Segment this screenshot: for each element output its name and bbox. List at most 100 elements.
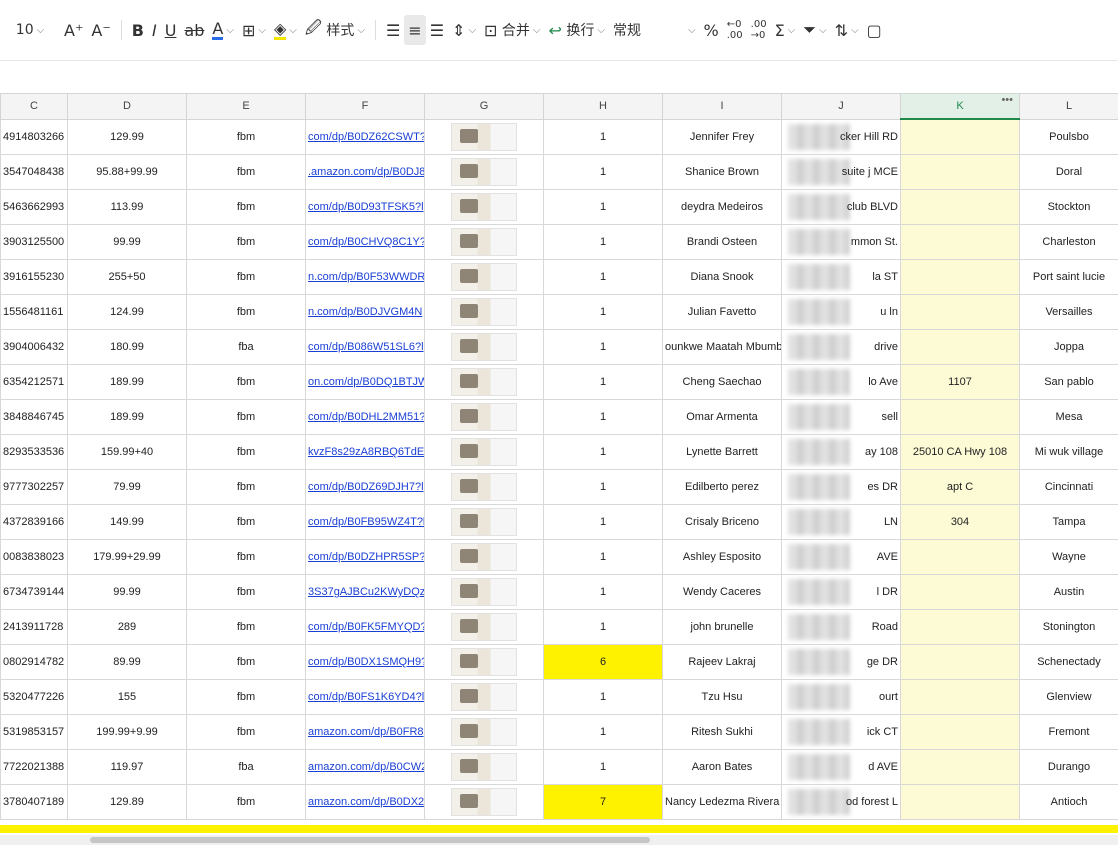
cell-quantity[interactable]: 1 xyxy=(543,574,663,610)
cell-product-image[interactable] xyxy=(424,329,544,365)
cell-city[interactable]: Schenectady xyxy=(1019,644,1118,680)
cell-city[interactable]: Mi wuk village xyxy=(1019,434,1118,470)
cell-product-link[interactable]: on.com/dp/B0DQ1BTJW xyxy=(305,364,425,400)
cell-customer-name[interactable]: Edilberto perez xyxy=(662,469,782,505)
cell-product-image[interactable] xyxy=(424,749,544,785)
cell-price[interactable]: 129.99 xyxy=(67,118,187,155)
cell-quantity[interactable]: 1 xyxy=(543,259,663,295)
cell-price[interactable]: 99.99 xyxy=(67,224,187,260)
font-color-icon[interactable]: A ⌵ xyxy=(208,15,238,45)
cell-city[interactable]: Cincinnati xyxy=(1019,469,1118,505)
cell-quantity[interactable]: 1 xyxy=(543,749,663,785)
cell-fulfillment[interactable]: fbm xyxy=(186,679,306,715)
cell-quantity[interactable]: 1 xyxy=(543,329,663,365)
cell-order-id[interactable]: 3780407189 xyxy=(0,784,68,820)
cell-product-link[interactable]: amazon.com/dp/B0CW2 xyxy=(305,749,425,785)
cell-address-line-2[interactable]: 304 xyxy=(900,504,1020,540)
cell-order-id[interactable]: 3916155230 xyxy=(0,259,68,295)
number-format-caret-icon[interactable]: ⌵ xyxy=(681,15,700,45)
cell-fulfillment[interactable]: fbm xyxy=(186,294,306,330)
cell-address[interactable]: ick CT xyxy=(781,714,901,750)
cell-fulfillment[interactable]: fbm xyxy=(186,154,306,190)
font-size-select[interactable]: 10 ⌵ xyxy=(0,15,60,45)
cell-order-id[interactable]: 5319853157 xyxy=(0,714,68,750)
cell-product-link[interactable]: com/dp/B0DZ69DJH7?l xyxy=(305,469,425,505)
column-header-d[interactable]: D xyxy=(67,93,187,120)
cell-quantity[interactable]: 1 xyxy=(543,399,663,435)
cell-order-id[interactable]: 5463662993 xyxy=(0,189,68,225)
cell-address[interactable]: od forest L xyxy=(781,784,901,820)
cell-city[interactable]: Stonington xyxy=(1019,609,1118,645)
cell-address[interactable]: u ln xyxy=(781,294,901,330)
cell-order-id[interactable]: 8293533536 xyxy=(0,434,68,470)
formula-bar-area[interactable] xyxy=(0,61,1118,93)
cell-customer-name[interactable]: Ashley Esposito xyxy=(662,539,782,575)
column-header-e[interactable]: E xyxy=(186,93,306,120)
cell-address-line-2[interactable] xyxy=(900,294,1020,330)
cell-product-link[interactable]: amazon.com/dp/B0DX2 xyxy=(305,784,425,820)
more-toolbar-icon[interactable]: ▢ xyxy=(863,15,886,45)
cell-address-line-2[interactable]: apt C xyxy=(900,469,1020,505)
cell-price[interactable]: 199.99+9.99 xyxy=(67,714,187,750)
cell-price[interactable]: 159.99+40 xyxy=(67,434,187,470)
cell-address-line-2[interactable] xyxy=(900,329,1020,365)
align-left-icon[interactable]: ☰ xyxy=(382,15,404,45)
cell-address-line-2[interactable] xyxy=(900,189,1020,225)
cell-customer-name[interactable]: Ritesh Sukhi xyxy=(662,714,782,750)
cell-city[interactable]: Durango xyxy=(1019,749,1118,785)
cell-city[interactable]: Mesa xyxy=(1019,399,1118,435)
column-header-g[interactable]: G xyxy=(424,93,544,120)
cell-quantity[interactable]: 1 xyxy=(543,294,663,330)
cell-quantity[interactable]: 6 xyxy=(543,644,663,680)
cell-city[interactable]: Poulsbo xyxy=(1019,118,1118,155)
cell-city[interactable]: Doral xyxy=(1019,154,1118,190)
column-header-c[interactable]: C xyxy=(0,93,68,120)
cell-product-link[interactable]: 3S37gAJBCu2KWyDQzb xyxy=(305,574,425,610)
cell-fulfillment[interactable]: fbm xyxy=(186,644,306,680)
cell-order-id[interactable]: 6354212571 xyxy=(0,364,68,400)
decrease-font-icon[interactable]: A⁻ xyxy=(87,15,114,45)
cell-price[interactable]: 79.99 xyxy=(67,469,187,505)
cell-order-id[interactable]: 0083838023 xyxy=(0,539,68,575)
cell-address-line-2[interactable] xyxy=(900,609,1020,645)
cell-product-link[interactable]: com/dp/B0DX1SMQH9?l xyxy=(305,644,425,680)
cell-product-link[interactable]: com/dp/B0CHVQ8C1Y?l xyxy=(305,224,425,260)
cell-product-image[interactable] xyxy=(424,714,544,750)
cell-order-id[interactable]: 3848846745 xyxy=(0,399,68,435)
horizontal-scrollbar[interactable] xyxy=(0,835,1118,845)
cell-customer-name[interactable]: Diana Snook xyxy=(662,259,782,295)
cell-product-link[interactable]: amazon.com/dp/B0FR8 xyxy=(305,714,425,750)
column-header-h[interactable]: H xyxy=(543,93,663,120)
cell-address[interactable]: d AVE xyxy=(781,749,901,785)
cell-address-line-2[interactable] xyxy=(900,224,1020,260)
cell-product-link[interactable]: com/dp/B0FK5FMYQD?l xyxy=(305,609,425,645)
cell-address-line-2[interactable]: 25010 CA Hwy 108 xyxy=(900,434,1020,470)
cell-quantity[interactable]: 1 xyxy=(543,118,663,155)
cell-fulfillment[interactable]: fbm xyxy=(186,118,306,155)
number-format-select[interactable]: 常规 xyxy=(609,15,681,45)
cell-customer-name[interactable]: Wendy Caceres xyxy=(662,574,782,610)
cell-fulfillment[interactable]: fbm xyxy=(186,469,306,505)
fill-color-icon[interactable]: ◈ ⌵ xyxy=(270,15,301,45)
cell-fulfillment[interactable]: fbm xyxy=(186,504,306,540)
bold-icon[interactable]: B xyxy=(128,15,148,45)
cell-quantity[interactable]: 1 xyxy=(543,469,663,505)
cell-fulfillment[interactable]: fbm xyxy=(186,434,306,470)
cell-quantity[interactable]: 1 xyxy=(543,189,663,225)
cell-customer-name[interactable]: Rajeev Lakraj xyxy=(662,644,782,680)
cell-address-line-2[interactable] xyxy=(900,118,1020,155)
cell-order-id[interactable]: 0802914782 xyxy=(0,644,68,680)
cell-product-link[interactable]: com/dp/B0DZHPR5SP?l xyxy=(305,539,425,575)
vertical-align-icon[interactable]: ⇕ ⌵ xyxy=(448,15,480,45)
cell-address[interactable]: drive xyxy=(781,329,901,365)
cell-city[interactable]: Glenview xyxy=(1019,679,1118,715)
cell-quantity[interactable]: 7 xyxy=(543,784,663,820)
cell-address[interactable]: ourt xyxy=(781,679,901,715)
cell-city[interactable]: Fremont xyxy=(1019,714,1118,750)
cell-city[interactable]: Antioch xyxy=(1019,784,1118,820)
merge-cells-button[interactable]: ⊡ 合并 ⌵ xyxy=(480,15,544,45)
cell-city[interactable]: San pablo xyxy=(1019,364,1118,400)
cell-price[interactable]: 119.97 xyxy=(67,749,187,785)
cell-order-id[interactable]: 2413911728 xyxy=(0,609,68,645)
column-header-j[interactable]: J xyxy=(781,93,901,120)
